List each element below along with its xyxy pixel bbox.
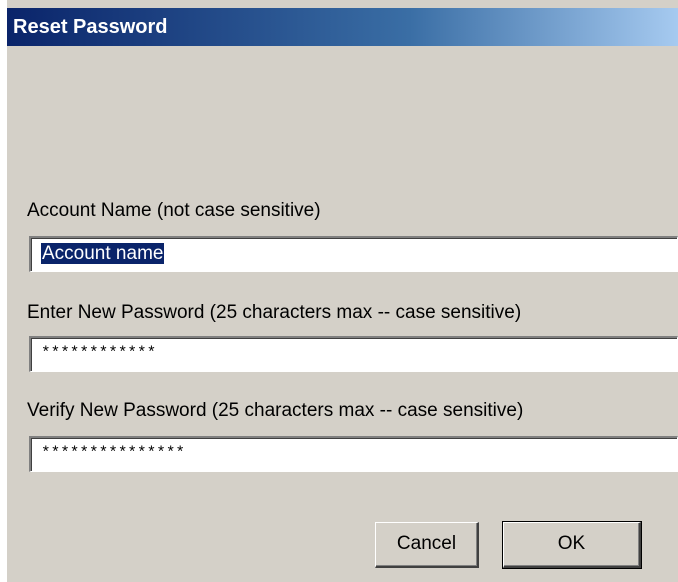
account-name-field[interactable]: Account name [29,236,678,272]
new-password-field[interactable]: ************ [29,336,678,372]
account-name-label: Account Name (not case sensitive) [27,200,321,221]
verify-password-value: *************** [41,444,186,462]
ok-button[interactable]: OK [502,521,642,569]
new-password-label: Enter New Password (25 characters max --… [27,302,522,323]
cancel-button[interactable]: Cancel [375,522,479,568]
reset-password-dialog: Reset Password Account Name (not case se… [0,0,678,582]
verify-password-field[interactable]: *************** [29,436,678,472]
verify-password-label: Verify New Password (25 characters max -… [27,400,524,421]
dialog-title: Reset Password [13,16,168,38]
title-bar[interactable]: Reset Password [7,8,678,46]
new-password-value: ************ [41,344,157,362]
account-name-value: Account name [41,243,165,264]
